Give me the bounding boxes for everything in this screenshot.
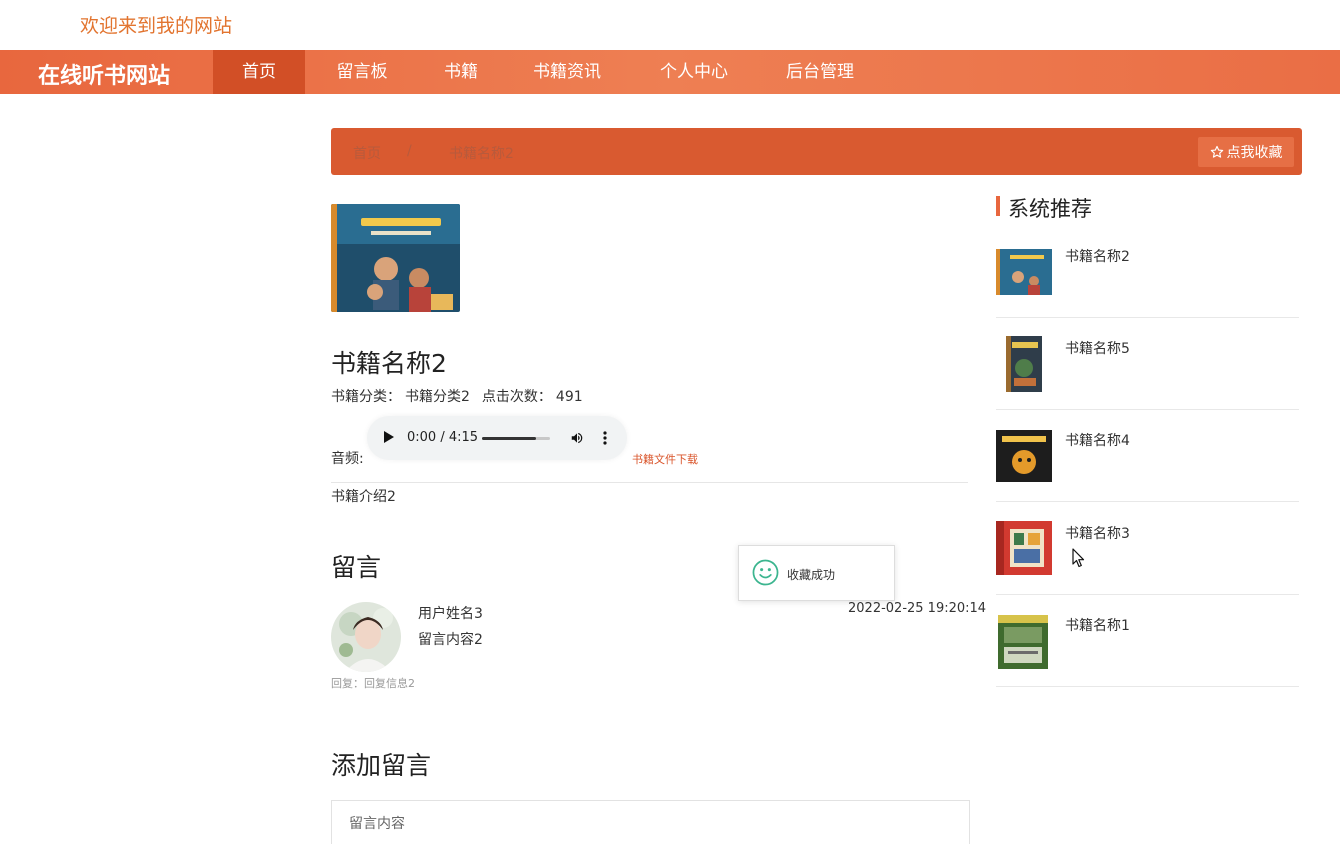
nav-item-profile[interactable]: 个人中心 [640,50,748,94]
category-label: 书籍分类： [331,389,401,405]
favorite-button[interactable]: 点我收藏 [1198,137,1294,167]
star-outline-icon [1210,145,1223,158]
nav-item-books[interactable]: 书籍 [425,50,497,94]
nav-item-messages[interactable]: 留言板 [316,50,408,94]
recommend-header-bar [996,196,1000,216]
main-nav: 在线听书网站 首页 留言板 书籍 书籍资讯 个人中心 后台管理 [0,50,1340,94]
book-cover [331,204,460,312]
recommend-thumb [998,615,1048,669]
avatar [331,602,401,672]
audio-label: 音频: [331,451,364,467]
clicks-label: 点击次数： [481,389,552,405]
comment-user: 用户姓名3 [418,606,483,622]
add-comment-title: 添加留言 [331,751,432,780]
nav-item-admin[interactable]: 后台管理 [766,50,874,94]
recommend-name: 书籍名称5 [1065,341,1130,357]
clicks-value: 491 [555,389,583,405]
audio-player: 0:00 / 4:15 [367,416,627,460]
breadcrumb-current: 书籍名称2 [449,146,514,162]
book-intro: 书籍介绍2 [331,489,396,505]
top-bar: 欢迎来到我的网站 [0,0,1340,50]
book-title: 书籍名称2 [331,349,447,378]
play-icon[interactable] [384,431,394,443]
recommend-name: 书籍名称2 [1065,249,1130,265]
recommend-item[interactable]: 书籍名称3 [996,503,1299,595]
welcome-text: 欢迎来到我的网站 [80,15,233,37]
book-meta: 书籍分类： 书籍分类2 点击次数： 491 [331,386,587,406]
audio-time: 0:00 / 4:15 [407,430,479,445]
recommend-name: 书籍名称1 [1065,618,1130,634]
recommend-item[interactable]: 书籍名称1 [996,595,1299,687]
comments-title: 留言 [331,553,382,582]
comment-reply: 回复：回复信息2 [331,677,415,690]
mouse-cursor-icon [1072,548,1085,568]
breadcrumb: 首页 / 书籍名称2 点我收藏 [331,128,1302,175]
volume-icon[interactable] [570,431,584,445]
recommend-name: 书籍名称3 [1065,526,1130,542]
toast-message: 收藏成功 [787,568,836,582]
download-link[interactable]: 书籍文件下载 [632,451,698,467]
site-name[interactable]: 在线听书网站 [38,58,170,90]
comment-content: 留言内容2 [418,632,483,648]
divider [331,482,968,483]
volume-slider[interactable] [482,437,550,440]
recommend-thumb [996,521,1052,575]
comment-date: 2022-02-25 19:20:14 [848,601,987,616]
recommend-thumb [996,249,1052,295]
recommend-item[interactable]: 书籍名称2 [996,226,1299,318]
recommend-title: 系统推荐 [1008,197,1092,221]
recommend-thumb [996,430,1052,482]
comment-input[interactable] [331,800,970,844]
more-options-icon[interactable] [603,431,607,445]
breadcrumb-home[interactable]: 首页 [353,143,381,163]
recommend-name: 书籍名称4 [1065,433,1130,449]
category-value: 书籍分类2 [405,389,470,405]
breadcrumb-separator: / [407,143,412,159]
nav-item-book-news[interactable]: 书籍资讯 [512,50,622,94]
smile-icon [752,559,779,586]
volume-slider-fill [482,437,537,440]
recommend-item[interactable]: 书籍名称4 [996,410,1299,502]
recommend-thumb [1006,336,1042,392]
success-toast: 收藏成功 [738,545,895,601]
favorite-button-label: 点我收藏 [1226,144,1283,160]
nav-item-home[interactable]: 首页 [213,50,305,94]
recommend-item[interactable]: 书籍名称5 [996,318,1299,410]
